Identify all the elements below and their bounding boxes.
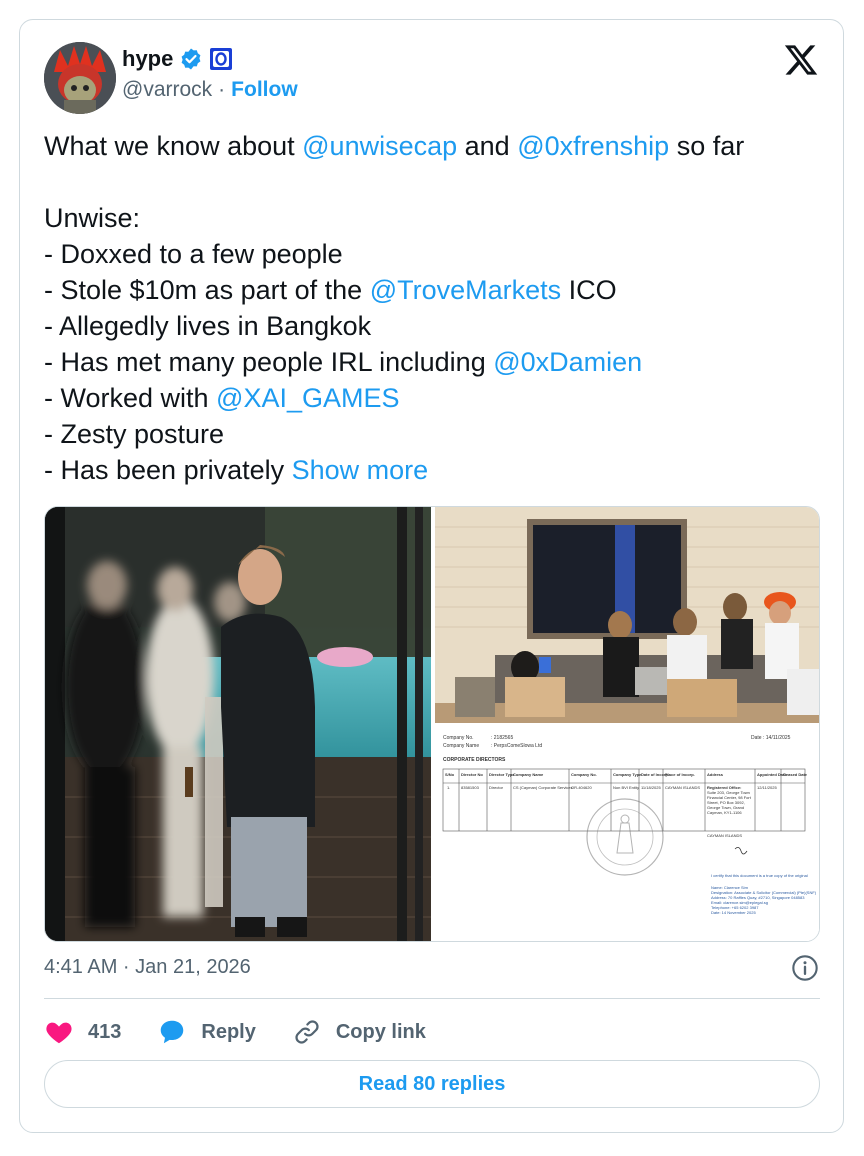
link-icon (295, 1020, 319, 1044)
doc-cell-place: CAYMAN ISLANDS (665, 785, 700, 790)
tweet-text: What we know about @unwisecap and @0xfre… (44, 128, 824, 488)
handle-row: @varrock · Follow (122, 78, 298, 102)
list-item: - Allegedly lives in Bangkok (44, 311, 372, 341)
doc-table-header: Director Type (489, 772, 515, 777)
doc-table-header: Company No. (571, 772, 597, 777)
follow-button[interactable]: Follow (231, 78, 298, 101)
verified-badge-icon[interactable] (179, 47, 203, 71)
x-logo-icon[interactable] (783, 42, 819, 78)
doc-cell-company-name: CS (Cayman) Corporate Services (513, 785, 573, 790)
text-segment: ICO (561, 275, 617, 305)
doc-cell-company-no: OR-404620 (571, 785, 592, 790)
affiliate-badge-icon[interactable] (209, 47, 233, 71)
doc-table-header: Company Name (513, 772, 544, 777)
doc-certify-text: I certify that this document is a true c… (711, 873, 808, 878)
doc-table-header: Ceased Date (783, 772, 808, 777)
doc-section-title: CORPORATE DIRECTORS (443, 757, 506, 763)
doc-company-no-value: : 2182565 (491, 735, 513, 741)
doc-footer-line: Date: 14 November 2025 (711, 910, 756, 915)
avatar-image (44, 42, 116, 114)
mention-unwisecap[interactable]: @unwisecap (302, 131, 457, 161)
photo-living-room[interactable] (435, 507, 819, 723)
photo-pool-party-image (45, 507, 431, 941)
list-item: - Stole $10m as part of the @TroveMarket… (44, 272, 824, 308)
show-more-link[interactable]: Show more (292, 455, 429, 485)
copy-link-button[interactable]: Copy link (292, 1017, 426, 1047)
doc-cell-address-country: CAYMAN ISLANDS (707, 833, 742, 838)
tweet-line-intro: What we know about @unwisecap and @0xfre… (44, 128, 824, 164)
doc-table-header: Director No (461, 772, 483, 777)
like-button[interactable]: 413 (44, 1017, 121, 1047)
text-segment: - Stole $10m as part of the (44, 275, 370, 305)
doc-table-header: Place of Incorp. (665, 772, 695, 777)
doc-table-header: Address (707, 772, 724, 777)
photo-pool-party[interactable] (45, 507, 431, 941)
doc-cell-dir-no: 83581503 (461, 785, 480, 790)
mention-0xdamien[interactable]: @0xDamien (493, 347, 642, 377)
tweet-timestamp[interactable]: 4:41 AM · Jan 21, 2026 (44, 956, 251, 979)
copy-link-label: Copy link (335, 1020, 426, 1043)
action-bar: 413 Reply Copy link (44, 1014, 462, 1050)
text-segment: - Has been privately (44, 455, 292, 485)
text-segment: - Has met many people IRL including (44, 347, 494, 377)
media-grid: Company No. : 2182565 Company Name : Per… (44, 506, 820, 942)
photo-document[interactable]: Company No. : 2182565 Company Name : Per… (435, 727, 819, 941)
reply-label: Reply (201, 1020, 256, 1043)
display-name[interactable]: hype (122, 46, 173, 72)
tweet-card: hype @varrock · Follow What we know about … (19, 19, 844, 1133)
text-segment: so far (669, 131, 745, 161)
doc-cell-date-incorp: 11/18/2025 (641, 785, 661, 790)
document-image: Company No. : 2182565 Company Name : Per… (435, 727, 819, 941)
doc-company-name-value: : PerpsComeSlowa Ltd (491, 743, 542, 749)
text-segment: and (457, 131, 518, 161)
list-item: - Doxxed to a few people (44, 239, 343, 269)
doc-table-header: S/No (445, 772, 455, 777)
mention-trovemarkets[interactable]: @TroveMarkets (370, 275, 561, 305)
doc-date-label: Date (751, 735, 762, 741)
doc-cell-company-type: Non BVI Entity (613, 785, 639, 790)
reply-button[interactable]: Reply (157, 1017, 256, 1047)
doc-company-name-label: Company Name (443, 743, 479, 749)
handle[interactable]: @varrock (122, 78, 212, 101)
separator: · (218, 78, 226, 101)
list-item: - Worked with @XAI_GAMES (44, 380, 824, 416)
like-count: 413 (88, 1020, 122, 1043)
list-item: - Has been privately Show more (44, 452, 824, 488)
tweet-heading: Unwise: (44, 203, 141, 233)
doc-date-value: : 14/11/2025 (763, 735, 791, 741)
doc-company-no-label: Company No. (443, 735, 474, 741)
list-item: - Has met many people IRL including @0xD… (44, 344, 824, 380)
info-icon[interactable] (791, 954, 819, 982)
read-replies-button[interactable]: Read 80 replies (44, 1060, 820, 1108)
doc-table-header: Company Type (613, 772, 642, 777)
avatar[interactable] (44, 42, 116, 114)
mention-xai-games[interactable]: @XAI_GAMES (216, 383, 399, 413)
photo-living-room-image (435, 507, 819, 723)
doc-address-line: Cayman, KY1-1106 (707, 810, 742, 815)
doc-cell-appointed: 12/11/2025 (757, 785, 777, 790)
divider (44, 998, 820, 999)
text-segment: - Worked with (44, 383, 217, 413)
list-item: - Zesty posture (44, 419, 225, 449)
mention-0xfrenship[interactable]: @0xfrenship (517, 131, 669, 161)
doc-cell-sno: 1. (447, 785, 450, 790)
reply-bubble-icon (161, 1020, 184, 1044)
text-segment: What we know about (44, 131, 303, 161)
doc-cell-dir-type: Director (489, 785, 504, 790)
heart-icon (46, 1022, 72, 1044)
